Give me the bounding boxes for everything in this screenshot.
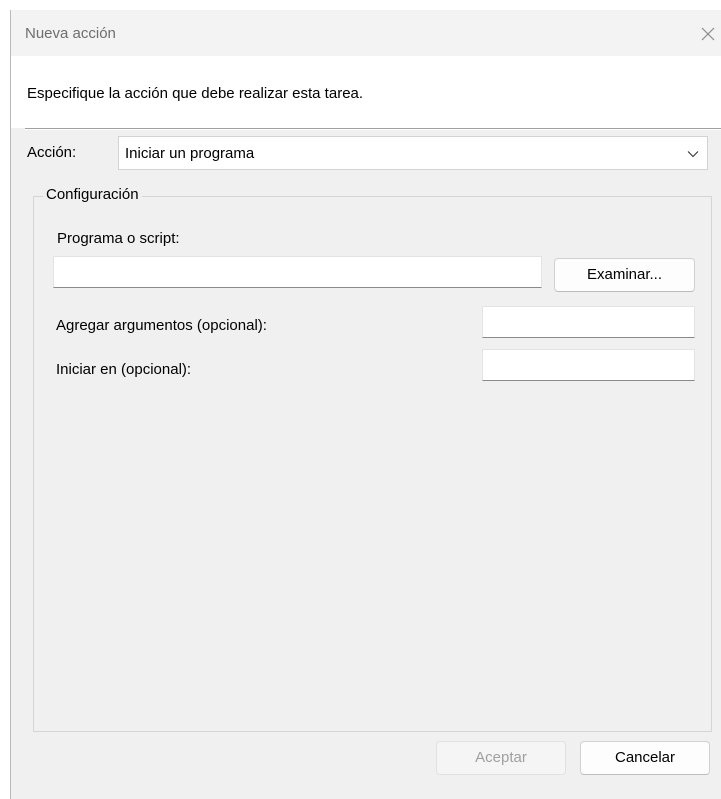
new-action-dialog: Nueva acción Especifique la acción que d… [10, 10, 721, 799]
action-dropdown[interactable]: Iniciar un programa [118, 136, 708, 170]
action-label: Acción: [27, 144, 77, 161]
cancel-button[interactable]: Cancelar [580, 741, 710, 775]
start-in-label: Iniciar en (opcional): [56, 361, 192, 378]
arguments-input[interactable] [482, 306, 695, 338]
arguments-label: Agregar argumentos (opcional): [56, 317, 267, 334]
instruction-text: Especifique la acción que debe realizar … [27, 85, 364, 102]
ok-button[interactable]: Aceptar [436, 741, 566, 775]
title-bar: Nueva acción [11, 10, 721, 56]
program-input[interactable] [53, 256, 542, 288]
close-button[interactable] [694, 20, 721, 48]
close-icon [701, 27, 715, 41]
program-label: Programa o script: [57, 230, 180, 247]
start-in-input[interactable] [482, 349, 695, 381]
settings-group-title: Configuración [43, 186, 142, 203]
chevron-down-icon [687, 151, 699, 158]
action-selected-value: Iniciar un programa [125, 145, 255, 162]
instruction-header: Especifique la acción que debe realizar … [11, 56, 721, 128]
browse-button[interactable]: Examinar... [554, 258, 695, 292]
window-title: Nueva acción [25, 25, 116, 42]
